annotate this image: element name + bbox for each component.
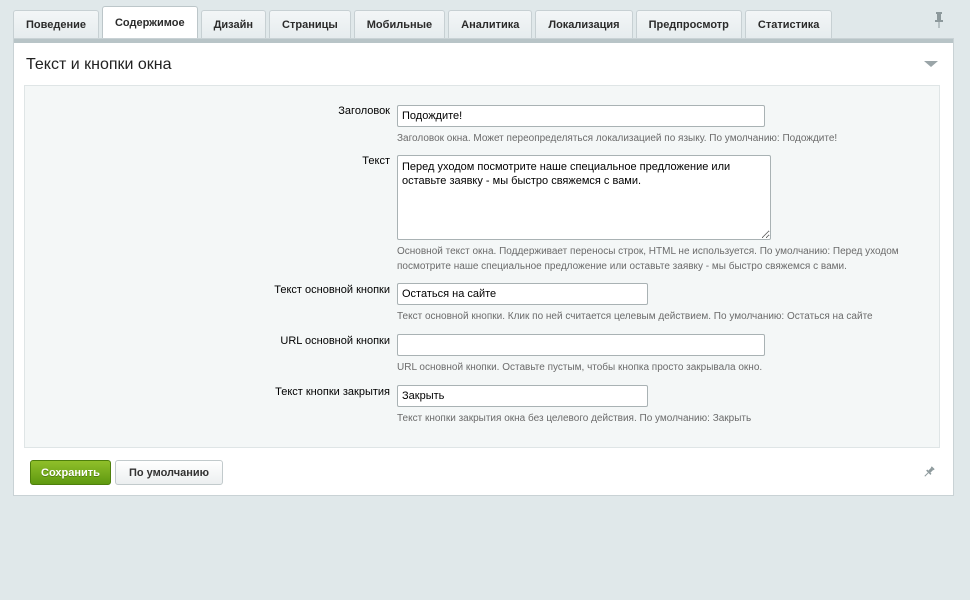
tab-analytics[interactable]: Аналитика <box>448 10 533 38</box>
save-button[interactable]: Сохранить <box>30 460 111 485</box>
primary-button-text-label: Текст основной кнопки <box>274 284 390 296</box>
tab-preview[interactable]: Предпросмотр <box>635 10 742 38</box>
primary-button-url-hint: URL основной кнопки. Оставьте пустым, чт… <box>397 362 763 373</box>
tab-content[interactable]: Содержимое <box>101 6 198 38</box>
tab-design[interactable]: Дизайн <box>200 10 267 38</box>
title-label: Заголовок <box>338 105 390 117</box>
triangle-down-icon[interactable] <box>923 59 939 69</box>
section-title: Текст и кнопки окна <box>26 56 172 73</box>
primary-button-url-input[interactable] <box>397 334 765 356</box>
title-input[interactable] <box>397 105 765 127</box>
tab-pages[interactable]: Страницы <box>269 10 351 38</box>
text-label: Текст <box>362 155 390 167</box>
tab-bar: Поведение Содержимое Дизайн Страницы Моб… <box>13 6 835 38</box>
primary-button-text-hint: Текст основной кнопки. Клик по ней счита… <box>397 311 873 322</box>
text-textarea[interactable]: Перед уходом посмотрите наше специальное… <box>397 155 771 240</box>
primary-button-text-input[interactable] <box>397 283 648 305</box>
close-button-text-label: Текст кнопки закрытия <box>275 386 390 398</box>
tab-mobile[interactable]: Мобильные <box>353 10 446 38</box>
text-hint: Основной текст окна. Поддерживает перено… <box>397 246 899 272</box>
pin-icon[interactable] <box>922 466 936 480</box>
close-button-text-hint: Текст кнопки закрытия окна без целевого … <box>397 413 752 424</box>
pin-icon[interactable] <box>932 12 946 28</box>
reset-default-button[interactable]: По умолчанию <box>115 460 223 485</box>
tab-behavior[interactable]: Поведение <box>13 10 99 38</box>
tab-localization[interactable]: Локализация <box>535 10 633 38</box>
form-area: Заголовок Заголовок окна. Может переопре… <box>24 85 940 448</box>
panel-top-border <box>14 39 953 43</box>
close-button-text-input[interactable] <box>397 385 648 407</box>
tab-statistics[interactable]: Статистика <box>744 10 833 38</box>
content-panel: Текст и кнопки окна Заголовок Заголовок … <box>13 38 954 496</box>
primary-button-url-label: URL основной кнопки <box>280 335 390 347</box>
title-hint: Заголовок окна. Может переопределяться л… <box>397 133 838 144</box>
